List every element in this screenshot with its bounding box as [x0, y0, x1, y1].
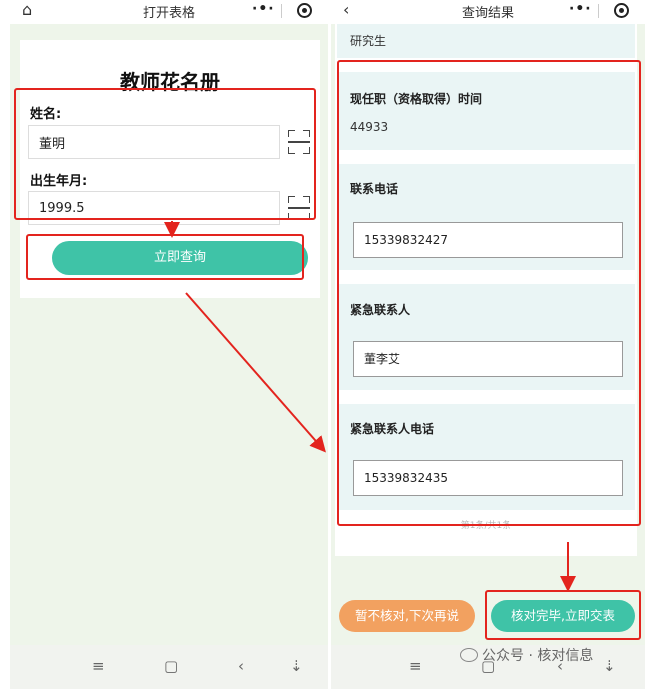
defer-button[interactable]: 暂不核对,下次再说 [339, 600, 475, 632]
back-nav-icon[interactable]: ‹ [238, 657, 244, 675]
left-capsule-menu[interactable]: ·•· [242, 0, 320, 22]
degree-value: 研究生 [350, 34, 387, 48]
left-system-nav-bar: ≡ ▢ ‹ ⇣ [10, 645, 328, 689]
degree-section: 研究生 [337, 24, 635, 58]
highlight-confirm-button [485, 590, 641, 640]
down-nav-icon[interactable]: ⇣ [290, 657, 303, 675]
right-top-bar: ‹ 查询结果 ·•· [331, 0, 645, 24]
close-miniprogram-icon[interactable] [614, 3, 629, 18]
highlight-result-panel [337, 60, 641, 526]
right-capsule-menu[interactable]: ·•· [559, 0, 637, 22]
watermark: 公众号 · 核对信息 [460, 645, 593, 665]
down-nav-icon[interactable]: ⇣ [603, 657, 616, 675]
more-icon[interactable]: ·•· [569, 1, 592, 17]
left-top-bar: ⌂ 打开表格 ·•· [10, 0, 328, 24]
highlight-query-button [26, 234, 304, 280]
highlight-input-fields [14, 88, 316, 220]
home-nav-icon[interactable]: ▢ [164, 657, 178, 675]
close-miniprogram-icon[interactable] [297, 3, 312, 18]
more-icon[interactable]: ·•· [252, 1, 275, 17]
menu-icon[interactable]: ≡ [409, 657, 422, 675]
wechat-icon [460, 648, 478, 662]
menu-icon[interactable]: ≡ [92, 657, 105, 675]
